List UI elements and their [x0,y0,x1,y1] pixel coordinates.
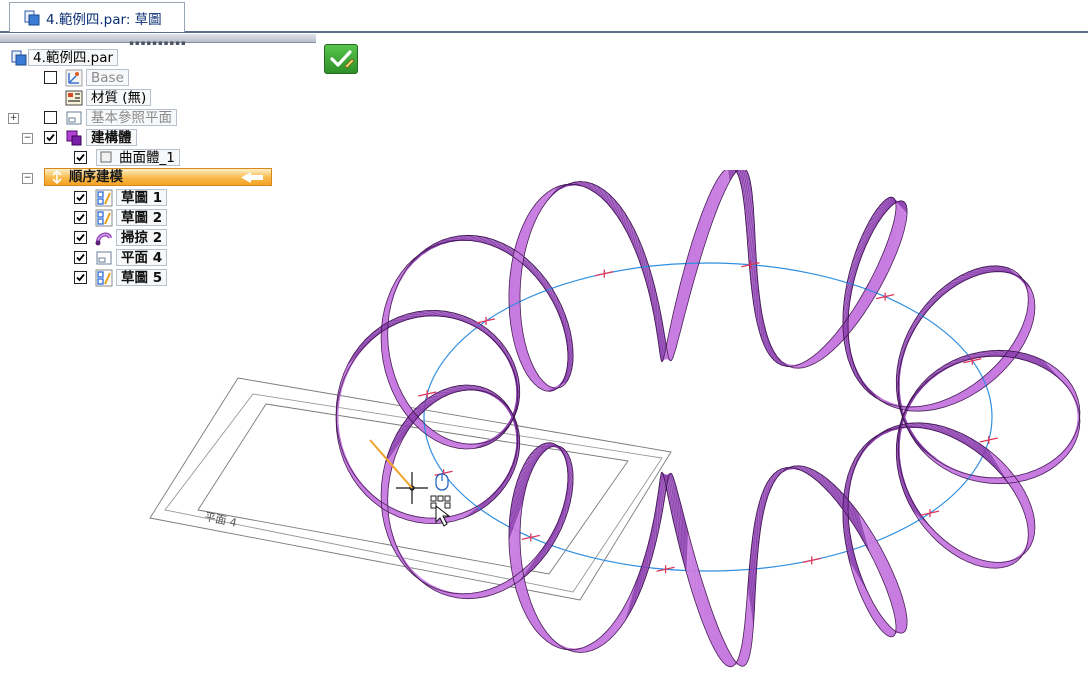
pathfinder-splitter[interactable]: ▪▪▪▪▪▪▪▪▪▪ [0,34,316,47]
ribbon-facet [486,328,513,369]
ribbon-facet [479,323,510,362]
keypoint-marker [920,509,940,518]
keypoint-marker [595,269,614,278]
material-table-icon [65,90,83,106]
expand-icon[interactable]: + [8,113,19,124]
ribbon-facet [454,312,494,341]
sketch-icon [95,189,113,207]
ribbon-facet [901,484,930,526]
sweep-surface-front[interactable] [335,170,1081,668]
keypoint-marker [979,436,998,444]
mouse-icon [435,473,449,491]
tree-item-label: 順序建模 [69,169,123,185]
visibility-checkbox[interactable] [44,71,57,84]
ribbon-facet [714,617,719,656]
visibility-checkbox[interactable] [44,131,57,144]
collapse-icon[interactable]: − [22,173,33,184]
collapse-icon[interactable]: − [22,133,33,144]
ribbon-facet [898,474,924,518]
visibility-checkbox[interactable] [74,191,87,204]
ribbon-facet [928,457,972,476]
ribbon-facet [896,464,918,510]
tree-item-label: 基本參照平面 [86,109,177,126]
sketch-icon [95,209,113,227]
visibility-checkbox[interactable] [74,151,87,164]
ribbon-facet [499,340,518,385]
coordinate-system-icon [65,69,83,87]
sweep-icon [95,232,112,246]
ribbon-edge [335,170,1081,668]
graphics-viewport[interactable]: 平面 4 [140,170,1088,674]
visibility-checkbox[interactable] [44,111,57,124]
ribbon-facet [1056,426,1079,466]
ribbon-facet [493,334,516,377]
keypoint-markers [418,260,998,574]
construction-body-icon [66,130,82,146]
ribbon-facet [462,315,500,347]
visibility-checkbox[interactable] [74,271,87,284]
part-document-icon [24,10,40,25]
tree-item-label: Base [86,69,129,86]
sketch-icon [95,269,113,287]
visibility-checkbox[interactable] [74,251,87,264]
plane-label: 平面 4 [203,510,237,529]
visibility-checkbox[interactable] [74,231,87,244]
checkmark-pencil-icon [330,50,355,69]
keypoint-marker [802,556,821,565]
sequence-icon [52,170,62,184]
document-tab-strip: 4.範例四.par: 草圖 [0,0,1088,33]
reference-plane-icon [66,111,82,125]
document-tab-label: 4.範例四.par: 草圖 [46,11,162,28]
reference-plane-icon [96,251,112,265]
document-tab[interactable]: 4.範例四.par: 草圖 [9,2,185,32]
visibility-checkbox[interactable] [74,211,87,224]
tree-item-label: 材質 (無) [86,89,152,106]
ribbon-facet [343,337,374,374]
ribbon-facet [358,322,400,348]
tree-item-label: 建構體 [86,129,137,146]
part-document-icon [11,50,27,66]
accept-sketch-button[interactable] [324,44,358,74]
ribbon-facet [347,331,382,365]
tree-root-label: 4.範例四.par [28,49,119,66]
surface-body-icon [100,151,112,163]
ribbon-facet [896,455,913,501]
